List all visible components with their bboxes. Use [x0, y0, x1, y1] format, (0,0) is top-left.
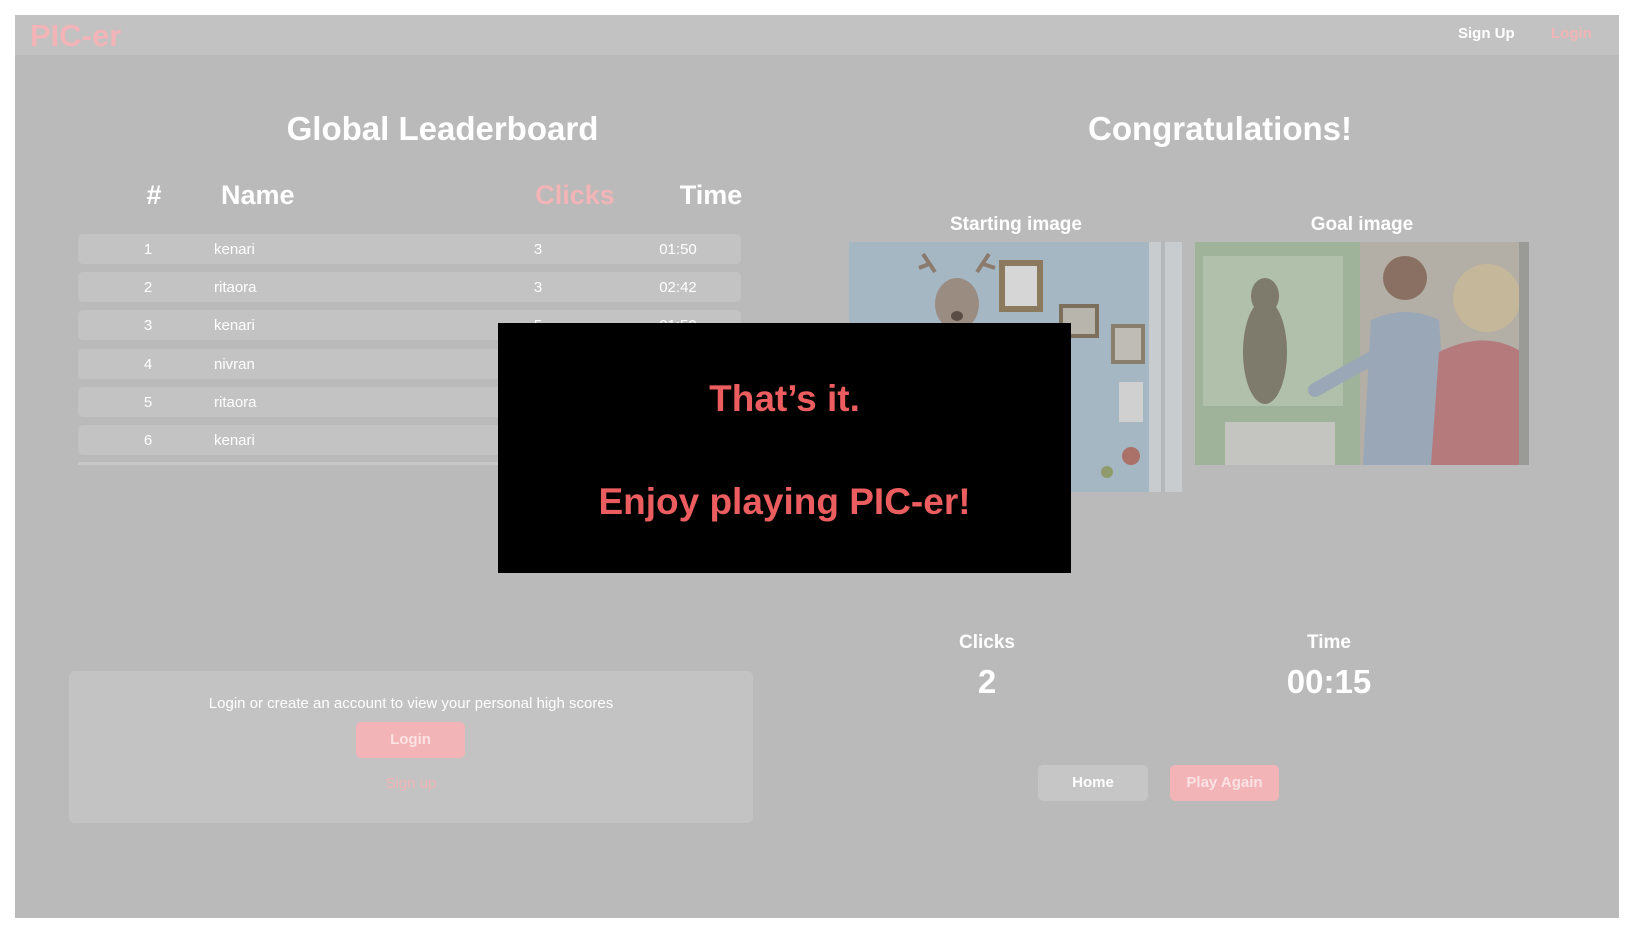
app-window: PIC-er Sign Up Login Global Leaderboard …: [15, 15, 1619, 918]
row-rank: 5: [143, 394, 153, 411]
clicks-label: Clicks: [959, 632, 1015, 653]
row-name: kenari: [214, 241, 255, 258]
column-header-clicks[interactable]: Clicks: [527, 180, 623, 211]
starting-image-label: Starting image: [950, 214, 1082, 235]
leaderboard-row: 2 ritaora 3 02:42: [78, 272, 741, 302]
personal-scores-message: Login or create an account to view your …: [208, 695, 614, 712]
login-button[interactable]: Login: [356, 722, 465, 758]
row-name: nivran: [214, 356, 255, 373]
row-clicks: 3: [533, 279, 543, 296]
tutorial-popup[interactable]: That’s it. Enjoy playing PIC-er!: [498, 323, 1071, 573]
row-rank: 3: [143, 317, 153, 334]
column-header-name[interactable]: Name: [221, 180, 295, 211]
goal-image-label: Goal image: [1310, 214, 1414, 235]
row-name: kenari: [214, 432, 255, 449]
leaderboard-title: Global Leaderboard: [286, 110, 599, 147]
clicks-value: 2: [977, 663, 997, 700]
row-time: 01:50: [659, 241, 697, 258]
row-name: ritaora: [214, 394, 257, 411]
home-button[interactable]: Home: [1038, 765, 1148, 801]
popup-message-line1: That’s it.: [709, 378, 860, 419]
row-name: ritaora: [214, 279, 257, 296]
leaderboard-row: 1 kenari 3 01:50: [78, 234, 741, 264]
column-header-rank: #: [146, 180, 162, 210]
nav-login-link[interactable]: Login: [1551, 25, 1592, 42]
time-value: 00:15: [1286, 663, 1372, 700]
row-clicks: 3: [533, 241, 543, 258]
row-rank: 2: [143, 279, 153, 296]
brand-logo[interactable]: PIC-er: [30, 18, 121, 54]
time-label: Time: [1306, 632, 1351, 653]
row-rank: 6: [143, 432, 153, 449]
row-time: 02:42: [659, 279, 697, 296]
column-header-time[interactable]: Time: [666, 180, 756, 211]
signup-link[interactable]: Sign up: [69, 775, 753, 792]
play-again-button[interactable]: Play Again: [1170, 765, 1279, 801]
navbar: PIC-er Sign Up Login: [15, 15, 1619, 55]
congratulations-title: Congratulations!: [1088, 110, 1352, 147]
row-name: kenari: [214, 317, 255, 334]
row-rank: 1: [143, 241, 153, 258]
nav-signup-link[interactable]: Sign Up: [1458, 25, 1515, 42]
goal-image: [1195, 242, 1529, 465]
row-rank: 4: [143, 356, 153, 373]
popup-message-line2: Enjoy playing PIC-er!: [598, 481, 971, 522]
personal-scores-panel: Login or create an account to view your …: [69, 671, 753, 823]
